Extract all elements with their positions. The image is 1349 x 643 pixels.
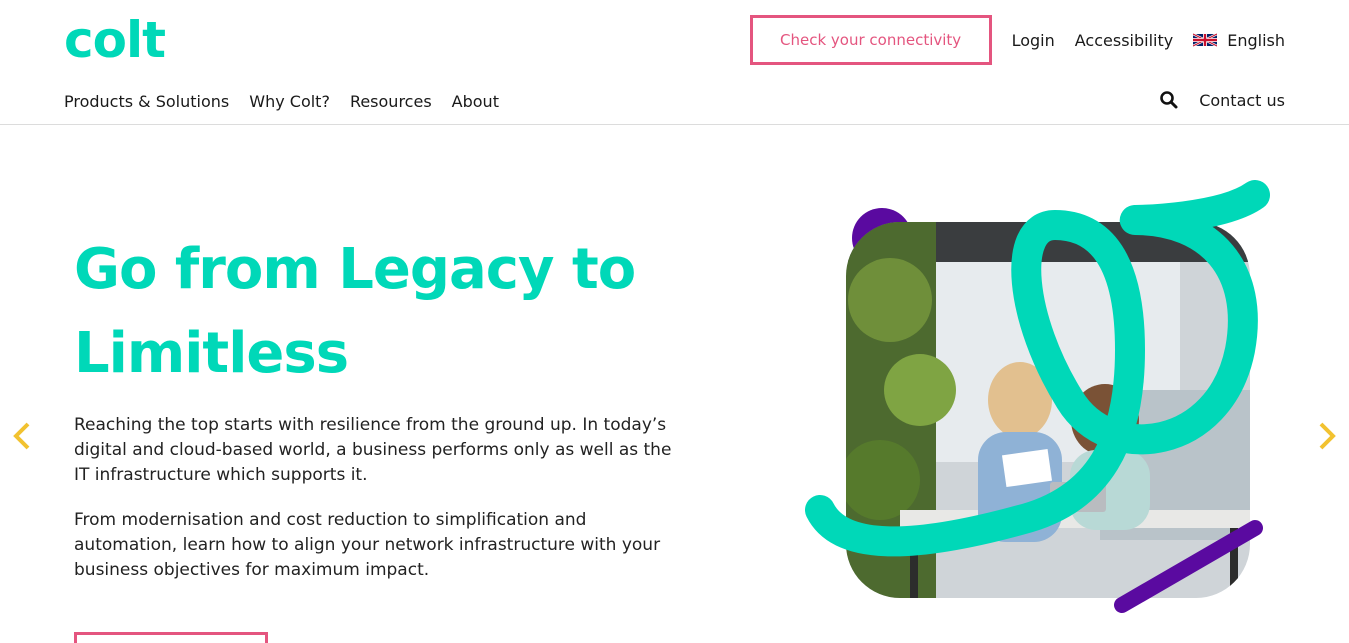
hero-cta-button[interactable] — [74, 632, 268, 643]
nav-item-about[interactable]: About — [452, 92, 499, 111]
colt-logo[interactable]: colt — [64, 14, 166, 66]
check-connectivity-button[interactable]: Check your connectivity — [749, 15, 992, 65]
login-link[interactable]: Login — [1012, 31, 1055, 50]
chevron-left-icon[interactable] — [10, 420, 34, 452]
uk-flag-icon — [1193, 32, 1218, 48]
nav-item-resources[interactable]: Resources — [350, 92, 432, 111]
hero-paragraph-2: From modernisation and cost reduction to… — [74, 510, 661, 580]
nav-right: Contact us — [1159, 90, 1285, 110]
accessibility-link[interactable]: Accessibility — [1075, 31, 1173, 50]
contact-us-link[interactable]: Contact us — [1199, 91, 1285, 110]
hero-title: Go from Legacy to Limitless — [74, 237, 636, 386]
hero-illustration — [805, 180, 1270, 613]
language-label: English — [1227, 30, 1285, 50]
nav-item-products-solutions[interactable]: Products & Solutions — [64, 92, 229, 111]
language-selector[interactable]: English — [1193, 31, 1285, 50]
header-divider — [0, 124, 1349, 125]
main-nav: Products & Solutions Why Colt? Resources… — [64, 92, 519, 111]
search-icon[interactable] — [1159, 90, 1179, 110]
nav-item-why-colt[interactable]: Why Colt? — [249, 92, 330, 111]
utility-bar: Check your connectivity Login Accessibil… — [749, 15, 1285, 65]
hero-paragraph-1: Reaching the top starts with resilience … — [74, 415, 672, 485]
chevron-right-icon[interactable] — [1315, 420, 1339, 452]
